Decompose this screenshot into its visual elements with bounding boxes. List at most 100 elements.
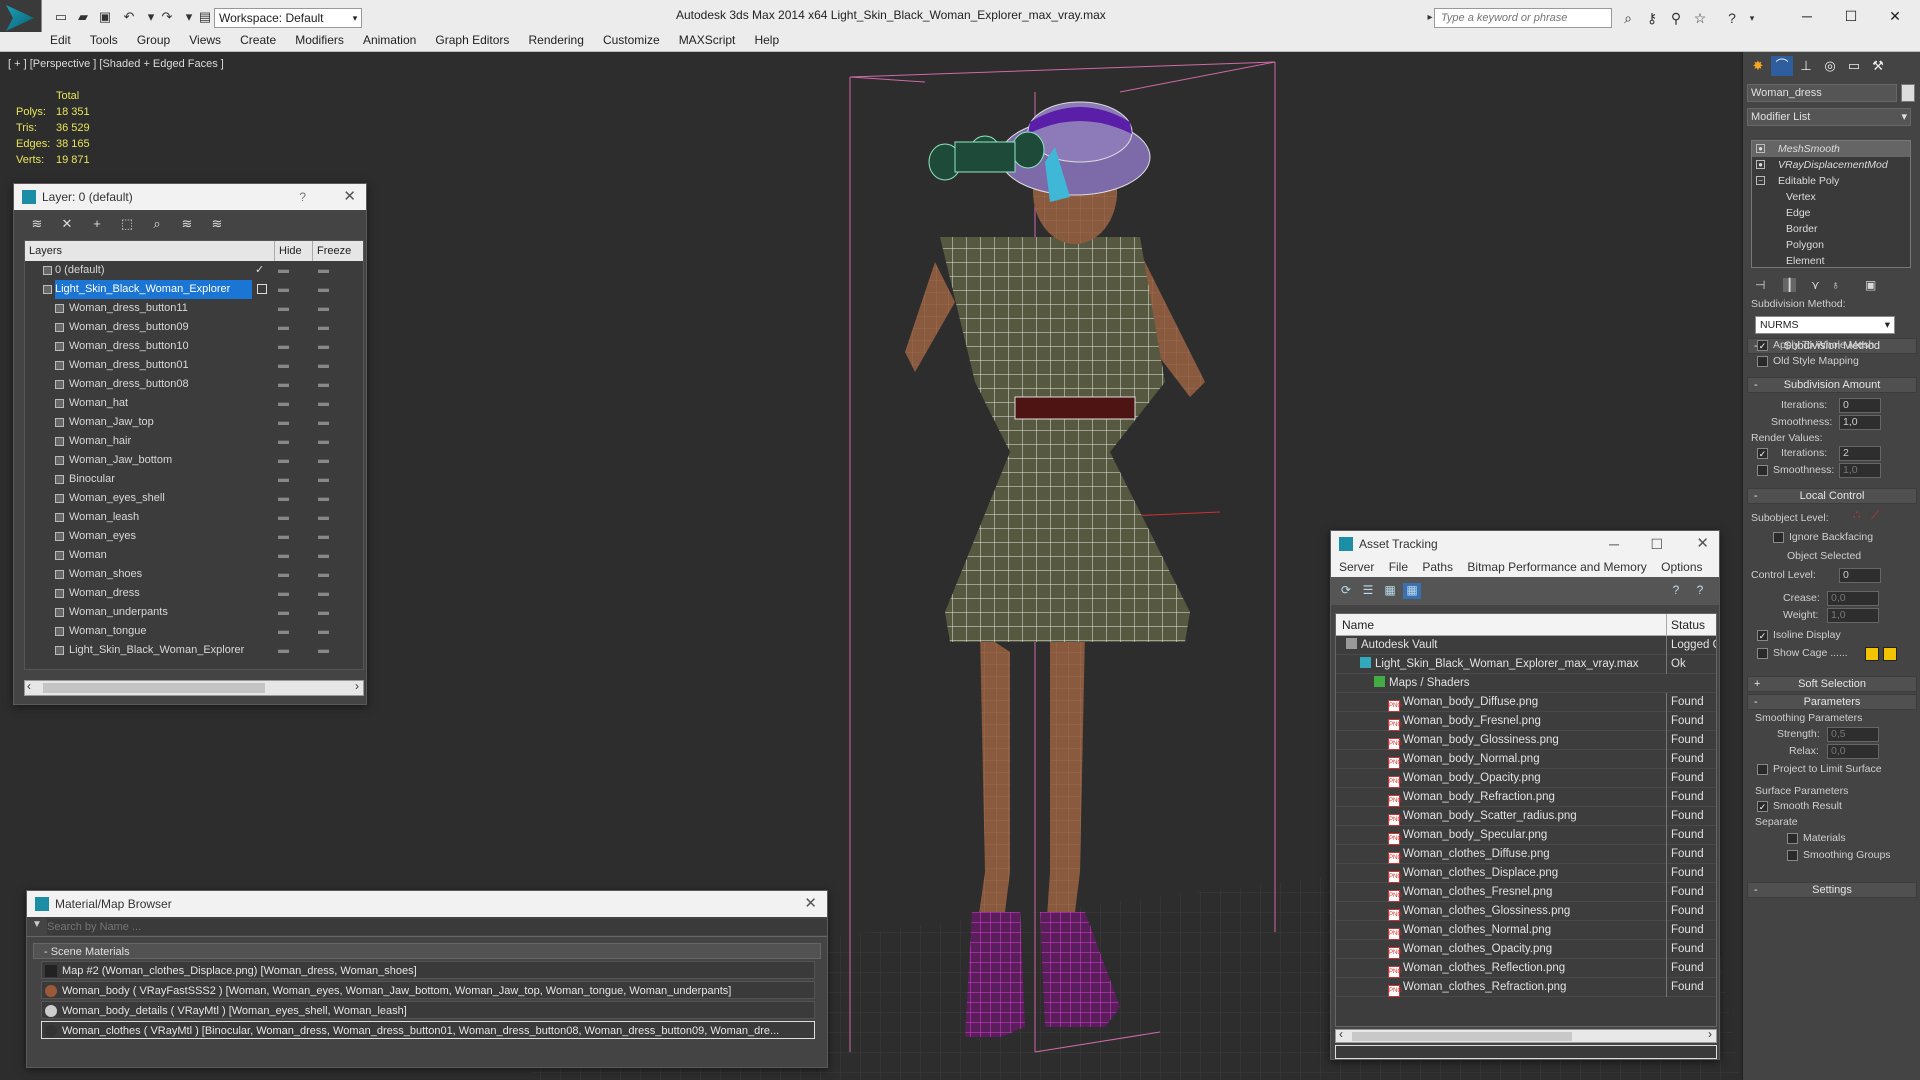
set-current-layer-box[interactable]: [257, 284, 267, 294]
asset-row[interactable]: Maps / Shaders: [1336, 674, 1716, 693]
relax-spinner[interactable]: 0,0: [1827, 744, 1879, 759]
layer-row[interactable]: Woman_dress_button11 ▬ ▬: [25, 299, 363, 318]
layer-panel-help-icon[interactable]: ?: [299, 184, 306, 210]
hide-toggle[interactable]: ▬: [278, 641, 289, 660]
material-item-selected[interactable]: Woman_clothes ( VRayMtl ) [Binocular, Wo…: [41, 1021, 815, 1039]
hide-toggle[interactable]: ▬: [278, 622, 289, 641]
refresh-icon[interactable]: ⟳: [1337, 583, 1355, 599]
freeze-toggle[interactable]: ▬: [318, 508, 329, 527]
utilities-tab-icon[interactable]: ⚒: [1867, 56, 1889, 76]
modifier-list-dropdown[interactable]: Modifier List ▾: [1747, 108, 1911, 126]
asset-row[interactable]: Autodesk Vault Logged O: [1336, 636, 1716, 655]
layer-row[interactable]: Woman_Jaw_bottom ▬ ▬: [25, 451, 363, 470]
scroll-left-icon[interactable]: ‹: [1339, 1027, 1343, 1041]
freeze-toggle[interactable]: ▬: [318, 451, 329, 470]
freeze-toggle[interactable]: ▬: [318, 280, 329, 299]
menu-edit[interactable]: Edit: [42, 32, 79, 47]
hide-toggle[interactable]: ▬: [278, 470, 289, 489]
open-file-icon[interactable]: ▰: [74, 8, 92, 26]
hide-toggle[interactable]: ▬: [278, 489, 289, 508]
soft-selection-rollout[interactable]: + Soft Selection: [1747, 676, 1917, 692]
column-hide[interactable]: Hide: [275, 241, 313, 261]
menu-graph-editors[interactable]: Graph Editors: [427, 32, 517, 47]
menu-create[interactable]: Create: [232, 32, 284, 47]
current-layer-check-icon[interactable]: ✓: [255, 261, 264, 280]
column-layers[interactable]: Layers: [25, 241, 275, 261]
asset-row[interactable]: PNGWoman_clothes_Refraction.png Found: [1336, 978, 1716, 997]
subdivision-method-select[interactable]: NURMS ▾: [1755, 316, 1895, 334]
crease-spinner[interactable]: 0,0: [1827, 591, 1879, 606]
freeze-toggle[interactable]: ▬: [318, 527, 329, 546]
browser-options-icon[interactable]: ▼: [32, 919, 42, 930]
layer-row[interactable]: Woman ▬ ▬: [25, 546, 363, 565]
list-view-icon[interactable]: ☰: [1359, 583, 1377, 599]
menu-help[interactable]: Help: [746, 32, 787, 47]
freeze-toggle[interactable]: ▬: [318, 622, 329, 641]
asset-row[interactable]: PNGWoman_body_Refraction.png Found: [1336, 788, 1716, 807]
asset-minimize-icon[interactable]: ─: [1609, 531, 1619, 557]
freeze-toggle[interactable]: ▬: [318, 565, 329, 584]
create-layer-icon[interactable]: ≋: [28, 216, 46, 232]
layer-row[interactable]: Woman_dress_button08 ▬ ▬: [25, 375, 363, 394]
material-browser-close-icon[interactable]: ✕: [804, 891, 817, 917]
object-color-swatch[interactable]: [1901, 84, 1915, 102]
material-item[interactable]: Map #2 (Woman_clothes_Displace.png) [Wom…: [41, 961, 815, 979]
asset-help-icon[interactable]: ?: [1691, 583, 1709, 599]
freeze-all-layers-icon[interactable]: ≋: [208, 216, 226, 232]
stack-subobject-item[interactable]: Polygon: [1752, 237, 1910, 253]
select-objects-in-layer-icon[interactable]: ⬚: [118, 216, 136, 232]
layer-row[interactable]: Woman_tongue ▬ ▬: [25, 622, 363, 641]
layer-row[interactable]: Binocular ▬ ▬: [25, 470, 363, 489]
hide-all-layers-icon[interactable]: ≋: [178, 216, 196, 232]
old-style-mapping-checkbox[interactable]: [1757, 356, 1768, 367]
cage-selection-color-swatch[interactable]: [1883, 647, 1897, 661]
subdivision-amount-rollout[interactable]: - Subdivision Amount: [1747, 377, 1917, 393]
layer-row-selected[interactable]: Light_Skin_Black_Woman_Explorer ▬ ▬: [25, 280, 363, 299]
layer-row[interactable]: Woman_dress_button09 ▬ ▬: [25, 318, 363, 337]
freeze-toggle[interactable]: ▬: [318, 337, 329, 356]
separate-materials-checkbox[interactable]: [1787, 833, 1798, 844]
hide-toggle[interactable]: ▬: [278, 356, 289, 375]
render-smoothness-checkbox[interactable]: [1757, 465, 1768, 476]
make-unique-icon[interactable]: ⋎: [1811, 278, 1820, 292]
hide-toggle[interactable]: ▬: [278, 451, 289, 470]
add-to-layer-icon[interactable]: +: [88, 216, 106, 232]
hide-toggle[interactable]: ▬: [278, 432, 289, 451]
freeze-toggle[interactable]: ▬: [318, 546, 329, 565]
workspace-dropdown-icon[interactable]: ▾: [348, 8, 362, 28]
communication-center-icon[interactable]: ⚲: [1666, 8, 1686, 28]
material-item[interactable]: Woman_body ( VRayFastSSS2 ) [Woman, Woma…: [41, 981, 815, 999]
modifier-toggle-bulb-icon[interactable]: ●: [1756, 144, 1765, 153]
highlight-selected-layer-icon[interactable]: ⌕: [148, 216, 166, 232]
keyword-search-input[interactable]: [1434, 8, 1612, 28]
redo-icon[interactable]: ↷: [158, 8, 176, 26]
asset-row[interactable]: PNGWoman_body_Scatter_radius.png Found: [1336, 807, 1716, 826]
asset-menu-file[interactable]: File: [1381, 560, 1411, 574]
weight-spinner[interactable]: 1,0: [1827, 608, 1879, 623]
parameters-rollout[interactable]: - Parameters: [1747, 694, 1917, 710]
apply-whole-mesh-checkbox[interactable]: ✓: [1757, 340, 1768, 351]
stack-subobject-item[interactable]: Element: [1752, 253, 1910, 269]
workspace-select[interactable]: Workspace: Default: [214, 8, 362, 28]
hierarchy-tab-icon[interactable]: ⊥: [1795, 56, 1817, 76]
separate-smoothing-groups-checkbox[interactable]: [1787, 850, 1798, 861]
stack-modifier-item[interactable]: − Editable Poly: [1752, 173, 1910, 189]
layer-row[interactable]: Woman_Jaw_top ▬ ▬: [25, 413, 363, 432]
show-cage-checkbox[interactable]: [1757, 648, 1768, 659]
scrollbar-thumb[interactable]: [43, 683, 265, 693]
layer-row[interactable]: Woman_underpants ▬ ▬: [25, 603, 363, 622]
binoculars-search-icon[interactable]: ⌕: [1618, 8, 1638, 28]
render-iterations-checkbox[interactable]: ✓: [1757, 448, 1768, 459]
scene-materials-section[interactable]: - Scene Materials: [33, 943, 821, 959]
layer-row[interactable]: Woman_dress_button01 ▬ ▬: [25, 356, 363, 375]
table-view-icon[interactable]: ▦: [1403, 583, 1421, 599]
vertex-subobject-icon[interactable]: ∴: [1853, 508, 1861, 522]
layer-row[interactable]: Woman_leash ▬ ▬: [25, 508, 363, 527]
modify-tab-icon[interactable]: ⌒: [1771, 56, 1793, 76]
material-item[interactable]: Woman_body_details ( VRayMtl ) [Woman_ey…: [41, 1001, 815, 1019]
asset-close-icon[interactable]: ✕: [1696, 531, 1709, 557]
hide-toggle[interactable]: ▬: [278, 394, 289, 413]
maximize-window-icon[interactable]: ☐: [1836, 4, 1866, 28]
freeze-toggle[interactable]: ▬: [318, 375, 329, 394]
strength-spinner[interactable]: 0,5: [1827, 727, 1879, 742]
